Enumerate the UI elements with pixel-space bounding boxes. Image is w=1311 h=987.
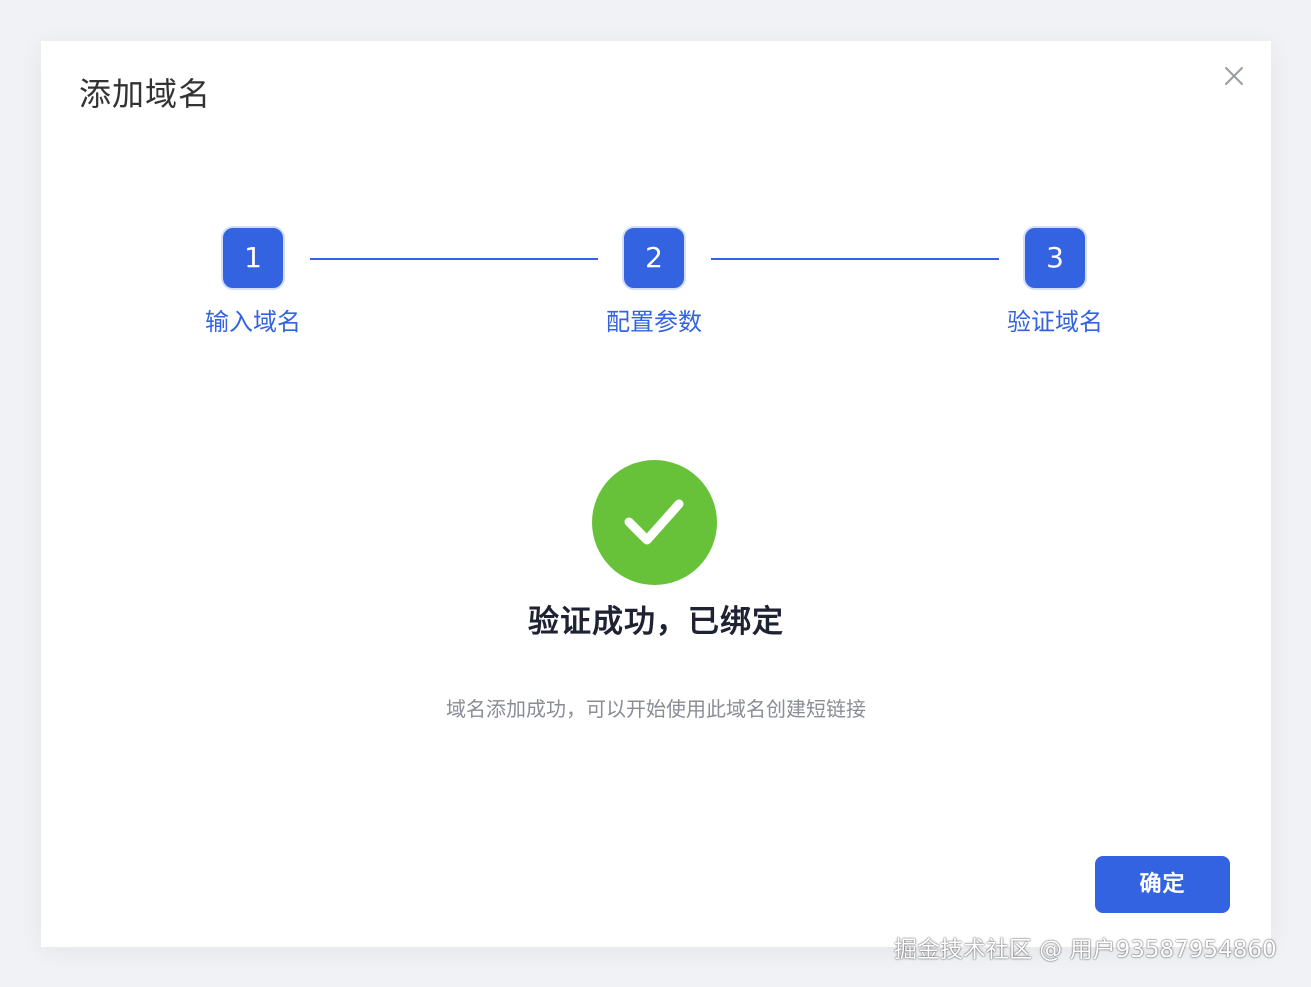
step-number-badge: 1 xyxy=(221,226,285,290)
watermark: 掘金技术社区 @ 用户93587954860 xyxy=(894,937,1277,963)
step-connector xyxy=(711,258,999,260)
step-label: 输入域名 xyxy=(205,308,301,336)
step-configure-params: 2 配置参数 xyxy=(584,226,724,337)
step-connector xyxy=(310,258,598,260)
step-label: 验证域名 xyxy=(1007,308,1103,336)
result-title: 验证成功，已绑定 xyxy=(528,604,784,640)
step-number-badge: 2 xyxy=(622,226,686,290)
result-description: 域名添加成功，可以开始使用此域名创建短链接 xyxy=(446,697,866,721)
step-verify-domain: 3 验证域名 xyxy=(985,226,1125,337)
step-input-domain: 1 输入域名 xyxy=(183,226,323,337)
step-label: 配置参数 xyxy=(606,308,702,336)
close-button[interactable] xyxy=(1221,63,1247,89)
add-domain-dialog: 添加域名 1 输入域名 2 配置参数 3 验证域名 验证成功，已绑定 域名添加成… xyxy=(41,41,1271,947)
check-circle-icon xyxy=(592,460,717,585)
dialog-title: 添加域名 xyxy=(79,75,212,113)
close-icon xyxy=(1225,67,1243,85)
steps-indicator: 1 输入域名 2 配置参数 3 验证域名 xyxy=(41,226,1271,346)
step-number-badge: 3 xyxy=(1023,226,1087,290)
confirm-button[interactable]: 确定 xyxy=(1095,856,1230,913)
